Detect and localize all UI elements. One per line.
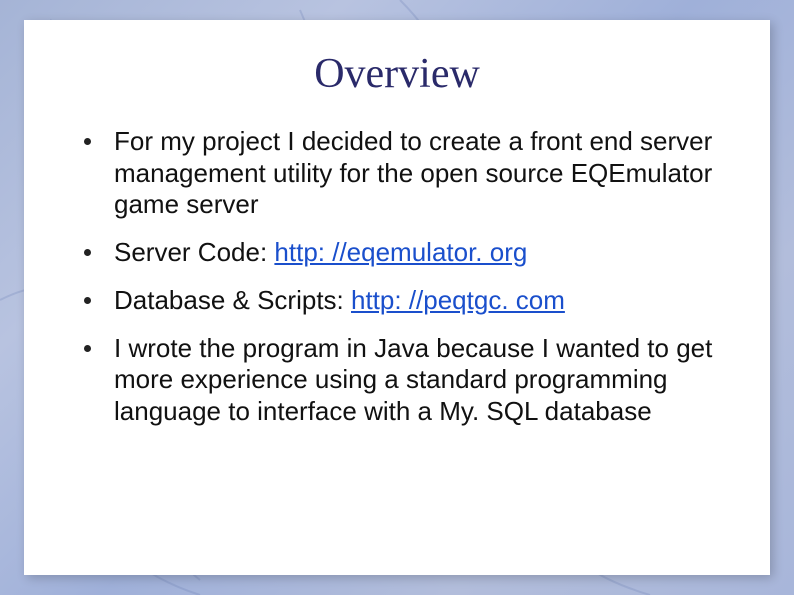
bullet-list: For my project I decided to create a fro…: [72, 126, 722, 428]
bullet-item: Server Code: http: //eqemulator. org: [80, 237, 722, 269]
bullet-item: I wrote the program in Java because I wa…: [80, 333, 722, 428]
bullet-prefix: Database & Scripts:: [114, 285, 351, 315]
link-peqtgc[interactable]: http: //peqtgc. com: [351, 285, 565, 315]
bullet-prefix: Server Code:: [114, 237, 274, 267]
link-eqemulator[interactable]: http: //eqemulator. org: [274, 237, 527, 267]
bullet-text: I wrote the program in Java because I wa…: [114, 333, 712, 426]
slide-title: Overview: [72, 50, 722, 98]
bullet-item: Database & Scripts: http: //peqtgc. com: [80, 285, 722, 317]
slide-content-area: Overview For my project I decided to cre…: [24, 20, 770, 575]
bullet-item: For my project I decided to create a fro…: [80, 126, 722, 221]
bullet-text: For my project I decided to create a fro…: [114, 126, 712, 219]
